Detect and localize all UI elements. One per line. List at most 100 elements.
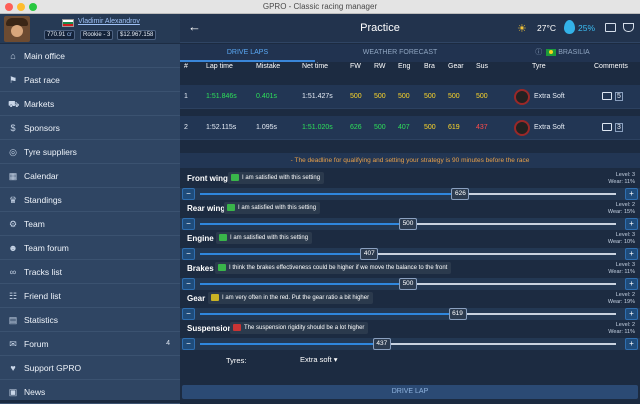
level-wear: Level: 2 Wear: 15% [608,202,635,216]
sidebar-item-forum[interactable]: ✉ Forum 4 [0,332,180,356]
decrease-button[interactable]: − [182,308,195,320]
decrease-button[interactable]: − [182,218,195,230]
setting-slider[interactable]: − 626 + [180,188,640,200]
stats-icon: ▤ [8,315,18,325]
slider-knob[interactable]: 437 [372,338,391,350]
sidebar-item-sponsors[interactable]: $ Sponsors [0,116,180,140]
increase-button[interactable]: + [625,338,638,350]
increase-button[interactable]: + [625,248,638,260]
increase-button[interactable]: + [625,188,638,200]
comment-count[interactable]: 5 [615,92,623,101]
wear-text: Wear: 10% [607,239,635,245]
slider-fill [200,253,370,255]
users-icon: ☻ [8,243,18,253]
lap-time: 1:51.846s [206,93,237,100]
comment-text: The suspension rigidity should be a lot … [244,325,365,331]
setting-comment: I think the brakes effectiveness could b… [215,262,452,274]
manager-name-link[interactable]: Vladimir Alexandrov [78,18,140,25]
col-header: RW [374,63,386,70]
decrease-button[interactable]: − [182,188,195,200]
comment-icon[interactable] [602,92,612,100]
col-header: Mistake [256,63,281,70]
sidebar-item-label: Friend list [24,291,61,301]
tyre-icon: ◎ [9,147,17,157]
setting-label: Suspension [187,324,233,333]
tyres-dropdown[interactable]: Extra soft ▾ [300,355,338,364]
comment-bubble-icon [218,264,226,271]
humidity-drop-icon [564,20,575,34]
table-row: 1 1:51.846s 0.401s 1:51.427s 500 500 500… [180,85,640,109]
sidebar-item-label: Forum [24,339,49,349]
slider-knob[interactable]: 500 [399,278,417,290]
setting-slider[interactable]: − 407 + [180,248,640,260]
slider-knob[interactable]: 626 [451,188,470,200]
increase-button[interactable]: + [625,278,638,290]
increase-button[interactable]: + [625,308,638,320]
setting-comment: I am satisfied with this setting [224,202,321,214]
sidebar-item-team[interactable]: ⚙ Team [0,212,180,236]
setting-front-wing: Front wing I am satisfied with this sett… [180,170,640,203]
page-header: ← Practice ☀ 27°C 25% [180,14,640,43]
setting-slider[interactable]: − 619 + [180,308,640,320]
sidebar-item-main-office[interactable]: ⌂ Main office [0,44,180,68]
drive-lap-button[interactable]: DRIVE LAP [182,385,638,399]
rear-wing-value: 500 [374,93,386,100]
sidebar-item-past-race[interactable]: ⚑ Past race [0,68,180,92]
comment-text: I am satisfied with this setting [242,175,321,181]
mail-icon[interactable] [605,23,616,32]
sidebar-item-tyre-suppliers[interactable]: ◎ Tyre suppliers [0,140,180,164]
tab-drive-laps[interactable]: DRIVE LAPS [180,44,315,62]
sidebar-item-friend-list[interactable]: ☷ Friend list [0,284,180,308]
sidebar-item-calendar[interactable]: ▦ Calendar [0,164,180,188]
wear-text: Wear: 19% [607,299,635,305]
col-header: Eng [398,63,411,70]
sidebar-item-standings[interactable]: ♛ Standings [0,188,180,212]
sidebar-item-support-gpro[interactable]: ♥ Support GPRO [0,356,180,380]
engine-value: 407 [398,124,410,131]
info-icon[interactable]: ⓘ [535,49,542,56]
level-text: Level: 3 [615,232,635,238]
sidebar-item-label: News [24,387,46,397]
setting-slider[interactable]: − 500 + [180,278,640,290]
sidebar-item-label: Past race [24,75,60,85]
net-time: 1:51.020s [302,124,333,131]
increase-button[interactable]: + [625,218,638,230]
slider-knob[interactable]: 619 [448,308,467,320]
col-header: Gear [448,63,464,70]
decrease-button[interactable]: − [182,248,195,260]
sidebar-item-label: Support GPRO [24,363,82,373]
sidebar-item-news[interactable]: ▣ News [0,380,180,404]
col-header: Lap time [206,63,233,70]
slider-knob[interactable]: 407 [360,248,379,260]
sidebar-item-label: Team [24,219,45,229]
setting-slider[interactable]: − 437 + [180,338,640,350]
track-icon: ∞ [9,267,17,277]
slider-knob[interactable]: 500 [399,218,417,230]
tab-weather-forecast[interactable]: WEATHER FORECAST [315,44,485,62]
tab-brasilia[interactable]: ⓘ BRASILIA [485,44,640,62]
shield-icon[interactable] [623,23,634,32]
sidebar-item-label: Sponsors [24,123,60,133]
decrease-button[interactable]: − [182,278,195,290]
net-time: 1:51.427s [302,93,333,100]
table-header: # Lap time Mistake Net time FW RW Eng Br… [180,63,640,75]
sidebar-item-team-forum[interactable]: ☻ Team forum [0,236,180,260]
decrease-button[interactable]: − [182,338,195,350]
level-text: Level: 2 [615,322,635,328]
level-text: Level: 2 [615,292,635,298]
front-wing-value: 500 [350,93,362,100]
comment-icon[interactable] [602,123,612,131]
avatar[interactable] [4,16,30,42]
flag-icon: ⚑ [8,75,18,85]
col-header: Bra [424,63,435,70]
setting-slider[interactable]: − 500 + [180,218,640,230]
sidebar-item-markets[interactable]: ⛟ Markets [0,92,180,116]
setting-rear-wing: Rear wing I am satisfied with this setti… [180,200,640,233]
tyre-icon [514,89,530,105]
forum-unread-badge: 4 [166,340,170,347]
lap-number: 1 [184,93,188,100]
sidebar-item-tracks-list[interactable]: ∞ Tracks list [0,260,180,284]
sidebar-item-statistics[interactable]: ▤ Statistics [0,308,180,332]
level-wear: Level: 2 Wear: 19% [608,292,635,306]
comment-count[interactable]: 3 [615,123,623,132]
